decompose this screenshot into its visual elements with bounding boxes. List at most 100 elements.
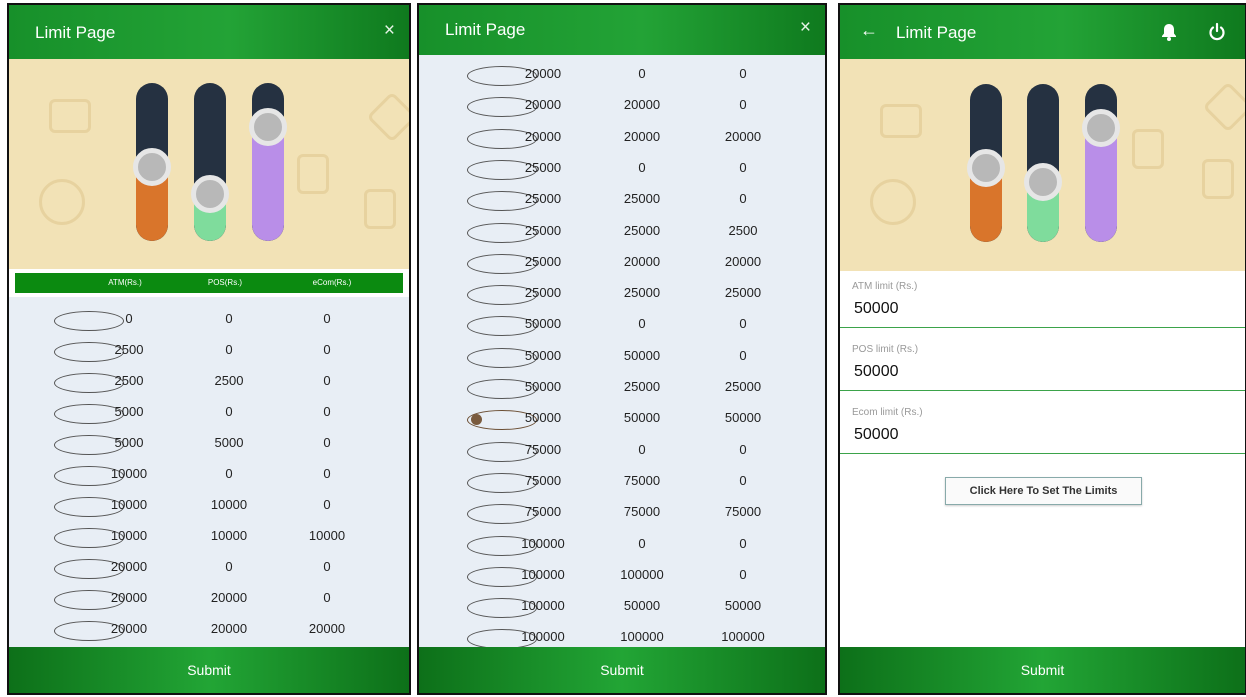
list-item[interactable]: 20000 20000 0 bbox=[9, 582, 409, 613]
app-header: Limit Page × bbox=[9, 5, 409, 59]
list-item[interactable]: 25000 25000 25000 bbox=[419, 277, 825, 308]
ecom-value: 0 bbox=[323, 497, 331, 512]
list-item[interactable]: 2500 0 0 bbox=[9, 334, 409, 365]
list-item[interactable]: 100000 50000 50000 bbox=[419, 590, 825, 621]
list-item[interactable]: 20000 20000 20000 bbox=[9, 613, 409, 644]
pen-deco-icon bbox=[366, 91, 409, 143]
ecom-value: 25000 bbox=[724, 285, 762, 301]
bell-icon[interactable] bbox=[1159, 22, 1179, 42]
limit-options-list[interactable]: 0 0 0 2500 0 0 2500 2500 0 5000 0 0 5000 5000 0 10000 0 0… bbox=[9, 297, 409, 647]
ecom-value: 50000 bbox=[724, 410, 762, 426]
submit-button[interactable]: Submit bbox=[419, 647, 825, 693]
ecom-limit-label: Ecom limit (Rs.) bbox=[852, 407, 923, 418]
list-item[interactable]: 2500 2500 0 bbox=[9, 365, 409, 396]
pos-value: 50000 bbox=[623, 347, 661, 363]
list-item[interactable]: 100000 100000 100000 bbox=[419, 621, 825, 647]
pos-value: 5000 bbox=[214, 435, 244, 450]
ecom-value: 0 bbox=[323, 466, 331, 481]
set-limits-button[interactable]: Click Here To Set The Limits bbox=[945, 477, 1142, 505]
pos-slider-knob[interactable] bbox=[1024, 162, 1062, 201]
list-item[interactable]: 50000 25000 25000 bbox=[419, 371, 825, 402]
list-item[interactable]: 10000 0 0 bbox=[9, 458, 409, 489]
back-icon[interactable]: ← bbox=[860, 20, 878, 41]
close-icon[interactable]: × bbox=[384, 20, 395, 42]
list-item[interactable]: 10000 10000 0 bbox=[9, 489, 409, 520]
list-item[interactable]: 20000 20000 20000 bbox=[419, 121, 825, 152]
atm-value: 10000 bbox=[110, 497, 148, 512]
limit-page-form-panel: ← Limit Page ATM limit (Rs.) POS limit (… bbox=[838, 3, 1246, 695]
submit-button[interactable]: Submit bbox=[840, 647, 1245, 693]
pos-value: 50000 bbox=[623, 598, 661, 614]
divider bbox=[840, 327, 1245, 328]
atm-value: 2500 bbox=[114, 342, 144, 357]
ecom-slider[interactable] bbox=[252, 83, 284, 241]
list-item[interactable]: 75000 75000 0 bbox=[419, 465, 825, 496]
atm-value: 20000 bbox=[110, 590, 148, 605]
ecom-limit-input[interactable] bbox=[852, 425, 1236, 445]
list-item[interactable]: 25000 25000 2500 bbox=[419, 215, 825, 246]
pos-slider[interactable] bbox=[194, 83, 226, 241]
list-item[interactable]: 5000 5000 0 bbox=[9, 427, 409, 458]
ecom-value: 50000 bbox=[724, 598, 762, 614]
divider bbox=[840, 453, 1245, 454]
page-title: Limit Page bbox=[35, 23, 116, 42]
list-item[interactable]: 75000 75000 75000 bbox=[419, 496, 825, 527]
atm-value: 100000 bbox=[521, 566, 565, 582]
limit-options-list[interactable]: 20000 0 0 20000 20000 0 20000 20000 20000 25000 0 0… bbox=[419, 55, 825, 647]
list-item[interactable]: 5000 0 0 bbox=[9, 396, 409, 427]
list-item[interactable]: 0 0 0 bbox=[9, 303, 409, 334]
pos-value: 10000 bbox=[210, 497, 248, 512]
ecom-value: 0 bbox=[739, 191, 747, 207]
ecom-value: 0 bbox=[323, 342, 331, 357]
ecom-value: 0 bbox=[739, 441, 747, 457]
power-icon[interactable] bbox=[1207, 22, 1227, 42]
atm-value: 75000 bbox=[524, 441, 562, 457]
app-header: ← Limit Page bbox=[840, 5, 1245, 59]
list-item[interactable]: 50000 50000 0 bbox=[419, 340, 825, 371]
list-item[interactable]: 20000 20000 0 bbox=[419, 89, 825, 120]
list-item[interactable]: 25000 0 0 bbox=[419, 152, 825, 183]
list-item[interactable]: 20000 0 0 bbox=[419, 58, 825, 89]
submit-button[interactable]: Submit bbox=[9, 647, 409, 693]
pos-value: 20000 bbox=[623, 253, 661, 269]
card-deco-icon bbox=[49, 99, 91, 133]
pos-value: 100000 bbox=[620, 629, 664, 645]
list-item[interactable]: 20000 0 0 bbox=[9, 551, 409, 582]
atm-value: 2500 bbox=[114, 373, 144, 388]
list-item[interactable]: 25000 20000 20000 bbox=[419, 246, 825, 277]
pos-limit-input[interactable] bbox=[852, 362, 1236, 382]
list-item[interactable]: 100000 100000 0 bbox=[419, 559, 825, 590]
close-icon[interactable]: × bbox=[800, 17, 811, 39]
ecom-value: 0 bbox=[323, 373, 331, 388]
ecom-value: 0 bbox=[739, 66, 747, 81]
pos-slider-knob[interactable] bbox=[191, 174, 229, 213]
ecom-value: 0 bbox=[739, 159, 747, 175]
ecom-slider-knob[interactable] bbox=[249, 108, 287, 147]
slider-banner bbox=[9, 59, 409, 269]
list-item[interactable]: 75000 0 0 bbox=[419, 434, 825, 465]
divider bbox=[840, 390, 1245, 391]
pos-value: 0 bbox=[638, 316, 646, 332]
app-header: Limit Page × bbox=[419, 5, 825, 55]
ecom-value: 20000 bbox=[724, 253, 762, 269]
list-item[interactable]: 100000 0 0 bbox=[419, 528, 825, 559]
ecom-value: 0 bbox=[739, 97, 747, 113]
ecom-slider-knob[interactable] bbox=[1082, 109, 1120, 148]
atm-slider-knob[interactable] bbox=[967, 148, 1005, 187]
clipboard-deco-icon bbox=[1132, 129, 1164, 169]
atm-slider-knob[interactable] bbox=[133, 147, 171, 186]
atm-limit-input[interactable] bbox=[852, 299, 1236, 319]
footer-bar: Submit bbox=[9, 647, 409, 693]
ecom-value: 75000 bbox=[724, 504, 762, 520]
list-item[interactable]: 50000 0 0 bbox=[419, 308, 825, 339]
slider-banner bbox=[840, 59, 1245, 271]
list-item[interactable]: 25000 25000 0 bbox=[419, 183, 825, 214]
list-item[interactable]: 10000 10000 10000 bbox=[9, 520, 409, 551]
ecom-slider[interactable] bbox=[1085, 84, 1117, 242]
phone-deco-icon bbox=[39, 179, 85, 225]
column-pos: POS(Rs.) bbox=[207, 278, 243, 287]
pos-value: 20000 bbox=[623, 97, 661, 113]
list-item[interactable]: 50000 50000 50000 bbox=[419, 402, 825, 433]
page-title: Limit Page bbox=[445, 20, 526, 39]
ecom-value: 20000 bbox=[308, 621, 346, 636]
